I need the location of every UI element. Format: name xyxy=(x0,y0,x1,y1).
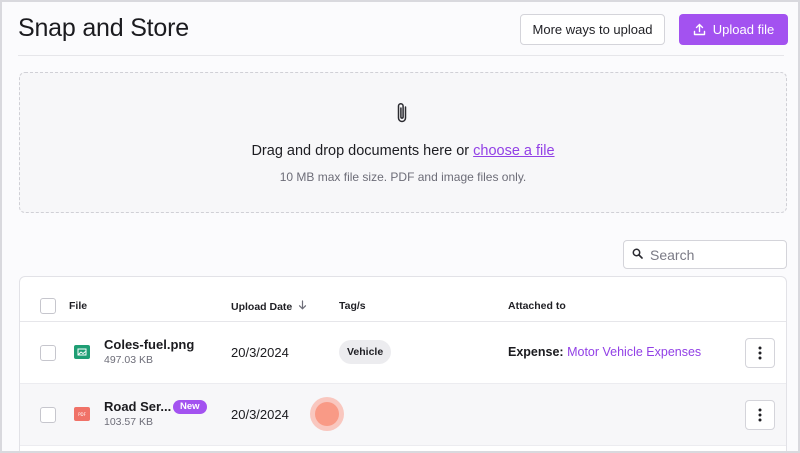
file-name[interactable]: Coles-fuel.png xyxy=(104,337,194,352)
documents-table: File Upload Date Tag/s Attached to Coles… xyxy=(19,276,787,451)
upload-icon xyxy=(693,23,706,36)
attached-expense-link[interactable]: Motor Vehicle Expenses xyxy=(567,345,701,359)
sort-arrow-down-icon xyxy=(298,300,307,313)
column-tags: Tag/s xyxy=(339,300,366,312)
new-badge: New xyxy=(173,400,207,414)
table-header: File Upload Date Tag/s Attached to xyxy=(20,277,786,322)
attached-to: Expense: Motor Vehicle Expenses xyxy=(508,345,701,359)
row-checkbox[interactable] xyxy=(40,407,56,423)
more-vertical-icon xyxy=(758,408,762,422)
page-header: Snap and Store More ways to upload Uploa… xyxy=(18,12,788,56)
paperclip-icon xyxy=(395,101,409,130)
table-row[interactable]: Coles-fuel.png 497.03 KB 20/3/2024 Vehic… xyxy=(20,322,786,384)
page-title: Snap and Store xyxy=(18,14,189,42)
upload-date: 20/3/2024 xyxy=(231,407,289,422)
attached-type-label: Expense: xyxy=(508,345,564,359)
upload-date: 20/3/2024 xyxy=(231,345,289,360)
more-vertical-icon xyxy=(758,346,762,360)
click-indicator xyxy=(310,397,344,431)
upload-file-label: Upload file xyxy=(712,22,775,37)
upload-file-button[interactable]: Upload file xyxy=(679,14,788,45)
tag-chip[interactable]: Vehicle xyxy=(339,340,392,364)
table-row[interactable]: PDF Road Ser... New 103.57 KB 20/3/2024 xyxy=(20,384,786,446)
pdf-file-icon: PDF xyxy=(74,407,90,421)
app-window: Snap and Store More ways to upload Uploa… xyxy=(0,0,800,453)
column-upload-date-label: Upload Date xyxy=(231,300,293,313)
row-menu-button[interactable] xyxy=(745,400,775,430)
search-icon xyxy=(632,246,643,264)
drop-zone[interactable]: Drag and drop documents here or choose a… xyxy=(19,72,787,213)
image-file-icon xyxy=(74,345,90,359)
svg-text:PDF: PDF xyxy=(78,412,86,417)
more-ways-to-upload-button[interactable]: More ways to upload xyxy=(520,14,665,45)
drop-zone-instruction: Drag and drop documents here or xyxy=(251,143,470,159)
column-file: File xyxy=(69,300,88,312)
choose-file-link[interactable]: choose a file xyxy=(473,143,554,159)
drop-zone-text: Drag and drop documents here or choose a… xyxy=(20,143,786,159)
search-box[interactable] xyxy=(623,240,787,269)
select-all-checkbox[interactable] xyxy=(40,298,56,314)
row-menu-button[interactable] xyxy=(745,338,775,368)
column-attached-to: Attached to xyxy=(508,300,566,312)
file-limit-note: 10 MB max file size. PDF and image files… xyxy=(279,170,527,184)
file-name[interactable]: Road Ser... xyxy=(104,399,171,414)
file-size: 497.03 KB xyxy=(104,354,154,366)
row-checkbox[interactable] xyxy=(40,345,56,361)
search-input[interactable] xyxy=(650,246,778,263)
column-upload-date[interactable]: Upload Date xyxy=(231,300,307,313)
file-size: 103.57 KB xyxy=(104,416,154,428)
